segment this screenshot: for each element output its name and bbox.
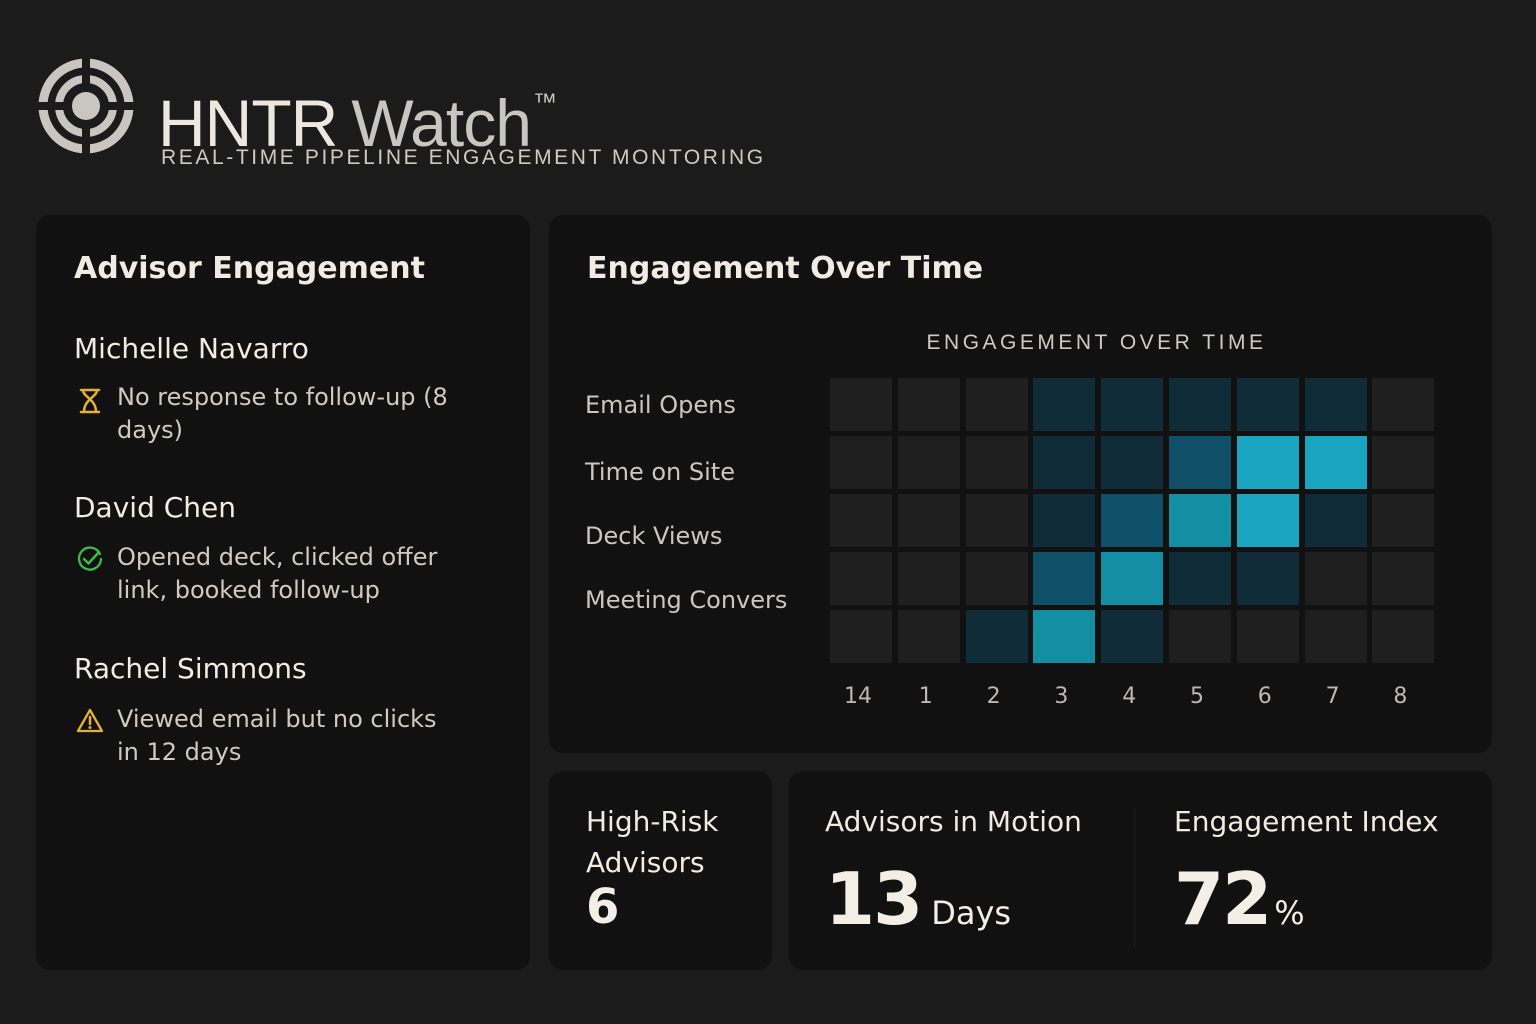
heatmap-cell: [1101, 378, 1164, 431]
engagement-index-number: 72: [1174, 857, 1272, 941]
engagement-over-time-panel: Engagement Over Time ENGAGEMENT OVER TIM…: [549, 215, 1492, 753]
metrics-card: Advisors in Motion 13 Days Engagement Ind…: [789, 771, 1492, 970]
heatmap-cell: [1372, 552, 1435, 605]
heatmap-cell: [1033, 436, 1096, 489]
heatmap-cell: [1304, 552, 1367, 605]
heatmap-cell: [1169, 436, 1231, 489]
engagement-index-label: Engagement Index: [1174, 805, 1439, 838]
high-risk-card: High-Risk Advisors 6: [549, 771, 772, 970]
heatmap-cell: [965, 552, 1028, 605]
heatmap-cell: [1372, 378, 1435, 431]
heatmap-cell: [1033, 494, 1096, 547]
heatmap-cell: [1304, 378, 1367, 431]
advisor-status: No response to follow-up (8 days): [117, 383, 448, 444]
heatmap-cell: [830, 552, 892, 605]
heatmap-cell: [1236, 378, 1299, 431]
high-risk-value: 6: [586, 879, 619, 935]
check-circle-icon: [77, 546, 103, 571]
heatmap-cell: [830, 436, 892, 489]
x-tick-label: 8: [1393, 684, 1408, 709]
heatmap-cell: [1304, 610, 1367, 663]
heatmap-cell: [830, 610, 892, 663]
high-risk-number: 6: [586, 879, 620, 935]
divider: [1134, 807, 1135, 947]
heatmap-cell: [1101, 552, 1164, 605]
heatmap-cell: [965, 436, 1028, 489]
heatmap-cell: [1169, 552, 1231, 605]
heatmap-cell: [830, 494, 892, 547]
heatmap-cell: [1372, 494, 1435, 547]
heatmap-cell: [897, 552, 960, 605]
heatmap-cell: [1101, 494, 1164, 547]
heatmap-cell: [965, 378, 1028, 431]
heatmap-cell: [965, 610, 1028, 663]
target-icon: [36, 56, 136, 156]
heatmap-cell: [1101, 436, 1164, 489]
heatmap-cell: [1372, 436, 1435, 489]
in-motion-value: 13 Days: [825, 857, 1011, 941]
engagement-index-value: 72%: [1174, 857, 1305, 941]
x-tick-label: 6: [1257, 684, 1272, 709]
warning-icon: [76, 708, 104, 733]
heatmap-cell: [1169, 378, 1231, 431]
advisor-engagement-panel: Advisor Engagement Michelle Navarro No r…: [36, 215, 530, 970]
heatmap: 14 1 2 3 4 5 6 7 8: [549, 215, 1492, 753]
in-motion-unit: Days: [931, 894, 1012, 932]
heatmap-cell: [1236, 552, 1299, 605]
panel-title: Advisor Engagement: [74, 251, 425, 286]
in-motion-number: 13: [825, 857, 923, 941]
advisor-name[interactable]: Michelle Navarro: [74, 332, 309, 365]
x-tick-label: 1: [918, 684, 933, 709]
advisor-status: Viewed email but no clicks in 12 days: [117, 705, 437, 766]
heatmap-cell: [1033, 378, 1096, 431]
heatmap-cell: [897, 378, 960, 431]
x-tick-label: 14: [844, 684, 872, 709]
in-motion-label: Advisors in Motion: [825, 805, 1082, 838]
advisor-status: Opened deck, clicked offer link, booked …: [117, 543, 438, 604]
heatmap-cell: [1372, 610, 1435, 663]
engagement-index-unit: %: [1274, 894, 1305, 932]
heatmap-cell: [1101, 610, 1164, 663]
heatmap-cell: [1169, 494, 1231, 547]
heatmap-cell: [1236, 610, 1299, 663]
heatmap-cell: [1033, 552, 1096, 605]
tagline: REAL-TIME PIPELINE ENGAGEMENT MONTORING: [161, 146, 766, 169]
x-tick-label: 2: [986, 684, 1001, 709]
heatmap-cell: [1236, 494, 1299, 547]
heatmap-cell: [897, 494, 960, 547]
heatmap-cell: [1169, 610, 1231, 663]
heatmap-cell: [897, 610, 960, 663]
advisor-name[interactable]: Rachel Simmons: [74, 652, 307, 685]
x-tick-label: 7: [1325, 684, 1340, 709]
heatmap-cell: [1304, 436, 1367, 489]
heatmap-cell: [1236, 436, 1299, 489]
x-tick-label: 4: [1122, 684, 1137, 709]
heatmap-cell: [1304, 494, 1367, 547]
heatmap-cell: [1033, 610, 1096, 663]
trademark: ™: [532, 89, 557, 116]
advisor-name[interactable]: David Chen: [74, 491, 236, 524]
x-tick-label: 3: [1054, 684, 1069, 709]
hourglass-icon: [79, 388, 101, 414]
heatmap-cell: [897, 436, 960, 489]
heatmap-cell: [965, 494, 1028, 547]
heatmap-cell: [830, 378, 892, 431]
x-tick-label: 5: [1190, 684, 1204, 709]
high-risk-label: High-Risk Advisors: [586, 805, 719, 879]
